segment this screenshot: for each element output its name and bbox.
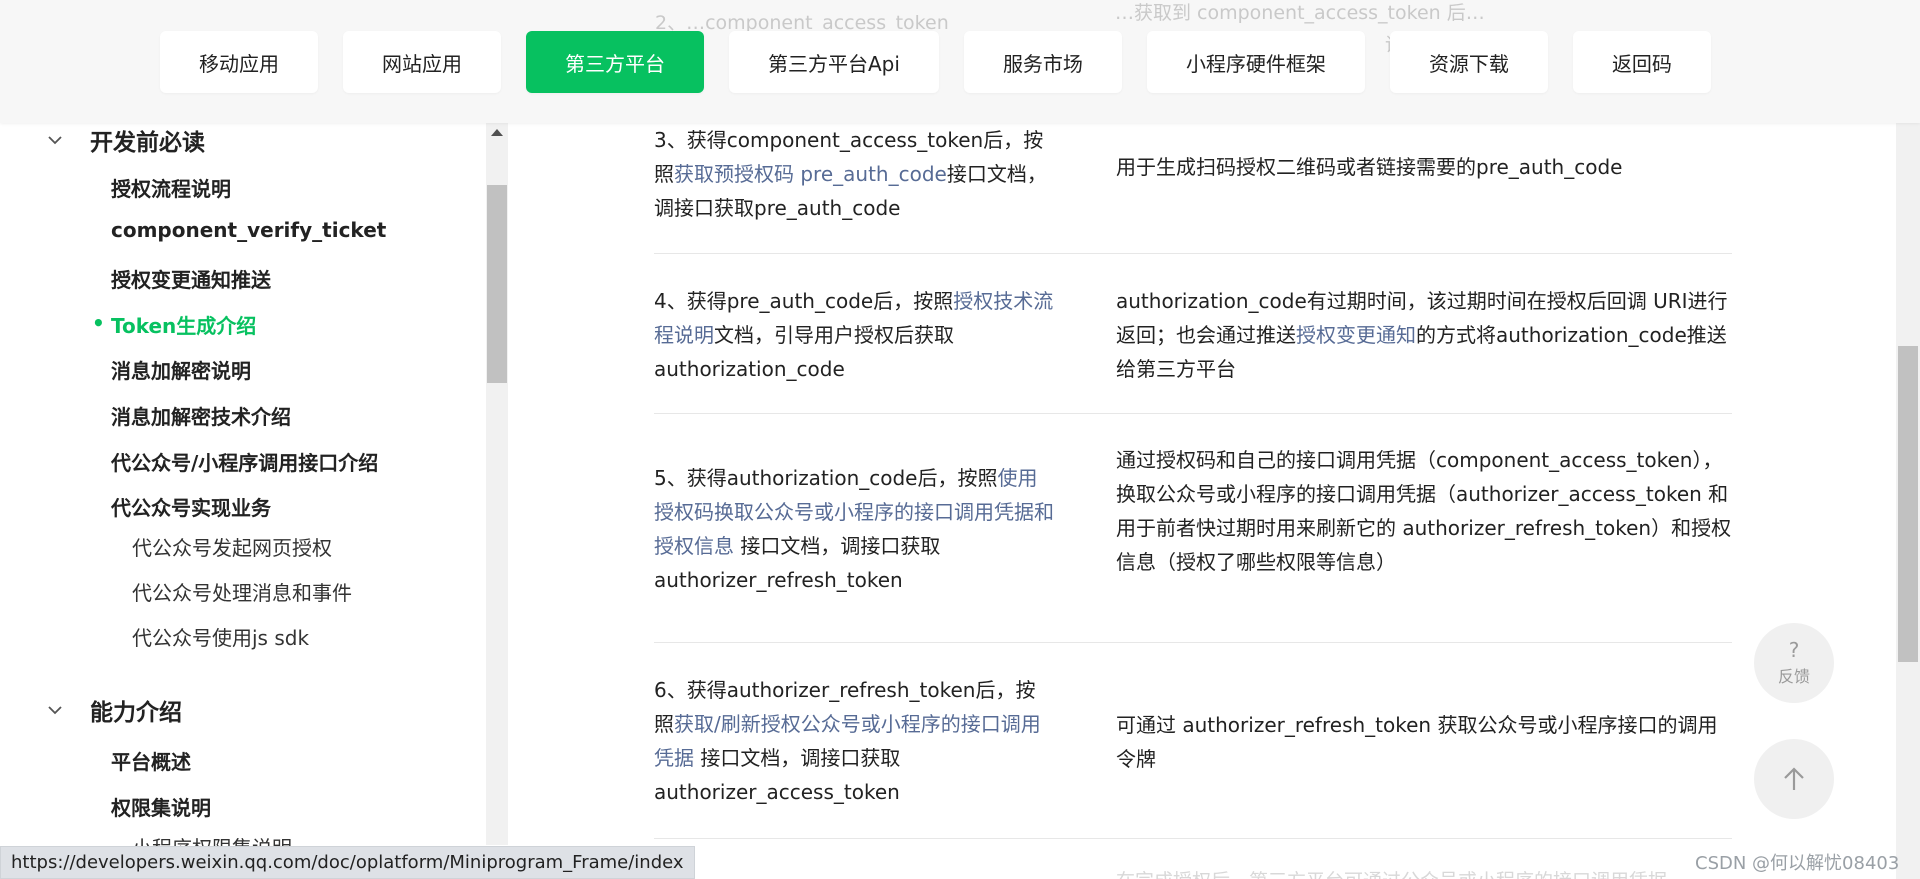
sidebar-section-capabilities[interactable]: 能力介绍 bbox=[48, 693, 182, 727]
sidebar-item-auth-change-push[interactable]: 授权变更通知推送 bbox=[111, 264, 271, 293]
sidebar-item-permission-sets[interactable]: 权限集说明 bbox=[111, 792, 211, 821]
tab-service-market[interactable]: 服务市场 bbox=[963, 31, 1122, 93]
sidebar-item-msg-crypto[interactable]: 消息加解密说明 bbox=[111, 355, 251, 384]
sidebar-item-platform-overview[interactable]: 平台概述 bbox=[111, 746, 191, 775]
tab-third-party-api[interactable]: 第三方平台Api bbox=[729, 31, 939, 93]
sidebar-item-auth-flow[interactable]: 授权流程说明 bbox=[111, 173, 231, 202]
sidebar-item-label: 授权流程说明 bbox=[111, 177, 231, 201]
tab-website-app[interactable]: 网站应用 bbox=[343, 31, 501, 93]
tab-return-codes[interactable]: 返回码 bbox=[1572, 31, 1711, 93]
step-description: 5、获得authorization_code后，按照使用授权码换取公众号或小程序… bbox=[654, 461, 1054, 597]
step-description: 4、获得pre_auth_code后，按照授权技术流程说明文档，引导用户授权后获… bbox=[654, 284, 1054, 386]
tab-label: 小程序硬件框架 bbox=[1185, 51, 1326, 76]
sidebar-item-msg-crypto-tech[interactable]: 消息加解密技术介绍 bbox=[111, 401, 291, 430]
nav-tabs: 移动应用 网站应用 第三方平台 第三方平台Api 服务市场 小程序硬件框架 资源… bbox=[160, 31, 1711, 93]
auth-change-notice-link[interactable]: 授权变更通知 bbox=[1296, 323, 1416, 347]
ghost-text-right: …获取到 component_access_token 后… bbox=[1115, 2, 1485, 24]
sidebar-item-label: 消息加解密说明 bbox=[111, 359, 251, 383]
step-explanation: 用于生成扫码授权二维码或者链接需要的pre_auth_code bbox=[1116, 150, 1736, 184]
arrow-up-icon bbox=[1784, 767, 1804, 790]
scroll-up-arrow-icon[interactable] bbox=[491, 129, 503, 136]
sidebar-subitem-msg-events[interactable]: 代公众号处理消息和事件 bbox=[132, 577, 352, 606]
tab-label: 返回码 bbox=[1611, 51, 1672, 76]
table-row: 4、获得pre_auth_code后，按照授权技术流程说明文档，引导用户授权后获… bbox=[654, 254, 1732, 414]
feedback-label: 反馈 bbox=[1777, 667, 1810, 686]
step-text: 5、获得authorization_code后，按照 bbox=[654, 466, 998, 490]
sidebar-section-title: 开发前必读 bbox=[90, 130, 205, 156]
sidebar-item-proxy-api[interactable]: 代公众号/小程序调用接口介绍 bbox=[111, 447, 378, 476]
table-row: 3、获得component_access_token后，按照获取预授权码 pre… bbox=[654, 123, 1732, 254]
sidebar-item-verify-ticket[interactable]: component_verify_ticket bbox=[111, 218, 386, 242]
sidebar-item-label: 平台概述 bbox=[111, 750, 191, 774]
sidebar-item-label: 消息加解密技术介绍 bbox=[111, 405, 291, 429]
step-explanation-text: 可通过 authorizer_refresh_token 获取公众号或小程序接口… bbox=[1116, 713, 1718, 771]
sidebar-item-label: 代公众号发起网页授权 bbox=[132, 536, 332, 560]
sidebar-scrollbar[interactable] bbox=[486, 123, 508, 845]
question-icon: ? bbox=[1788, 638, 1800, 662]
tab-label: 第三方平台Api bbox=[768, 51, 900, 76]
tab-label: 网站应用 bbox=[382, 51, 462, 76]
step-explanation-text: 用于生成扫码授权二维码或者链接需要的pre_auth_code bbox=[1116, 155, 1623, 179]
step-explanation: 通过授权码和自己的接口调用凭据（component_access_token），… bbox=[1116, 443, 1736, 579]
sidebar-section-title: 能力介绍 bbox=[90, 700, 182, 726]
watermark: CSDN @何以解忧08403 bbox=[1695, 853, 1900, 874]
step-explanation-text: 通过授权码和自己的接口调用凭据（component_access_token），… bbox=[1116, 448, 1732, 574]
status-bar-url: https://developers.weixin.qq.com/doc/opl… bbox=[0, 846, 695, 879]
tab-label: 资源下载 bbox=[1428, 51, 1509, 76]
sidebar-item-label: 代公众号使用js sdk bbox=[132, 626, 310, 650]
pre-auth-code-link[interactable]: 获取预授权码 pre_auth_code bbox=[674, 162, 947, 186]
sidebar-section-before-dev[interactable]: 开发前必读 bbox=[48, 123, 205, 157]
tab-mobile-app[interactable]: 移动应用 bbox=[160, 31, 318, 93]
step-explanation: authorization_code有过期时间，该过期时间在授权后回调 URI进… bbox=[1116, 284, 1736, 386]
step-text: 4、获得pre_auth_code后，按照 bbox=[654, 289, 954, 313]
sidebar-scrollbar-thumb[interactable] bbox=[487, 185, 507, 383]
sidebar-item-proxy-business[interactable]: 代公众号实现业务 bbox=[111, 492, 271, 521]
sidebar: 开发前必读 授权流程说明 component_verify_ticket 授权变… bbox=[0, 123, 486, 879]
feedback-button[interactable]: ? 反馈 bbox=[1754, 623, 1834, 703]
sidebar-item-label: 授权变更通知推送 bbox=[111, 268, 271, 292]
step-description: 6、获得authorizer_refresh_token后，按照获取/刷新授权公… bbox=[654, 673, 1054, 809]
sidebar-subitem-js-sdk[interactable]: 代公众号使用js sdk bbox=[132, 622, 309, 651]
main-content: 3、获得component_access_token后，按照获取预授权码 pre… bbox=[508, 0, 1896, 879]
sidebar-item-label: component_verify_ticket bbox=[111, 218, 387, 242]
chevron-down-icon bbox=[48, 136, 62, 145]
tab-label: 第三方平台 bbox=[565, 51, 665, 76]
sidebar-item-label: 代公众号实现业务 bbox=[111, 496, 271, 520]
active-dot-icon: • bbox=[92, 311, 105, 335]
back-to-top-button[interactable] bbox=[1754, 739, 1834, 819]
page-scrollbar-thumb[interactable] bbox=[1898, 346, 1918, 662]
table-row: 5、获得authorization_code后，按照使用授权码换取公众号或小程序… bbox=[654, 414, 1732, 643]
tab-resource-download[interactable]: 资源下载 bbox=[1389, 31, 1548, 93]
sidebar-item-token-intro[interactable]: • Token生成介绍 bbox=[92, 310, 257, 339]
sidebar-item-label: 代公众号处理消息和事件 bbox=[132, 581, 352, 605]
table-row: 6、获得authorizer_refresh_token后，按照获取/刷新授权公… bbox=[654, 643, 1732, 839]
ghost-text-bottom: 在完成授权后，第三方平台可通过公众号或小程序的接口调用凭据 bbox=[1116, 866, 1667, 879]
tab-label: 服务市场 bbox=[1002, 51, 1083, 76]
top-nav-bar: 2、…component_access_token …获取到 component… bbox=[0, 0, 1920, 123]
tab-third-party-platform[interactable]: 第三方平台 bbox=[526, 31, 704, 93]
sidebar-item-label: 代公众号/小程序调用接口介绍 bbox=[111, 451, 379, 475]
tab-miniprogram-hardware[interactable]: 小程序硬件框架 bbox=[1146, 31, 1365, 93]
page-scrollbar[interactable] bbox=[1896, 0, 1920, 879]
sidebar-item-label: 权限集说明 bbox=[111, 796, 211, 820]
chevron-down-icon bbox=[48, 706, 62, 715]
sidebar-subitem-web-auth[interactable]: 代公众号发起网页授权 bbox=[132, 532, 332, 561]
tab-label: 移动应用 bbox=[199, 51, 279, 76]
sidebar-item-label: Token生成介绍 bbox=[111, 314, 257, 338]
step-explanation: 可通过 authorizer_refresh_token 获取公众号或小程序接口… bbox=[1116, 708, 1736, 776]
step-description: 3、获得component_access_token后，按照获取预授权码 pre… bbox=[654, 123, 1054, 225]
